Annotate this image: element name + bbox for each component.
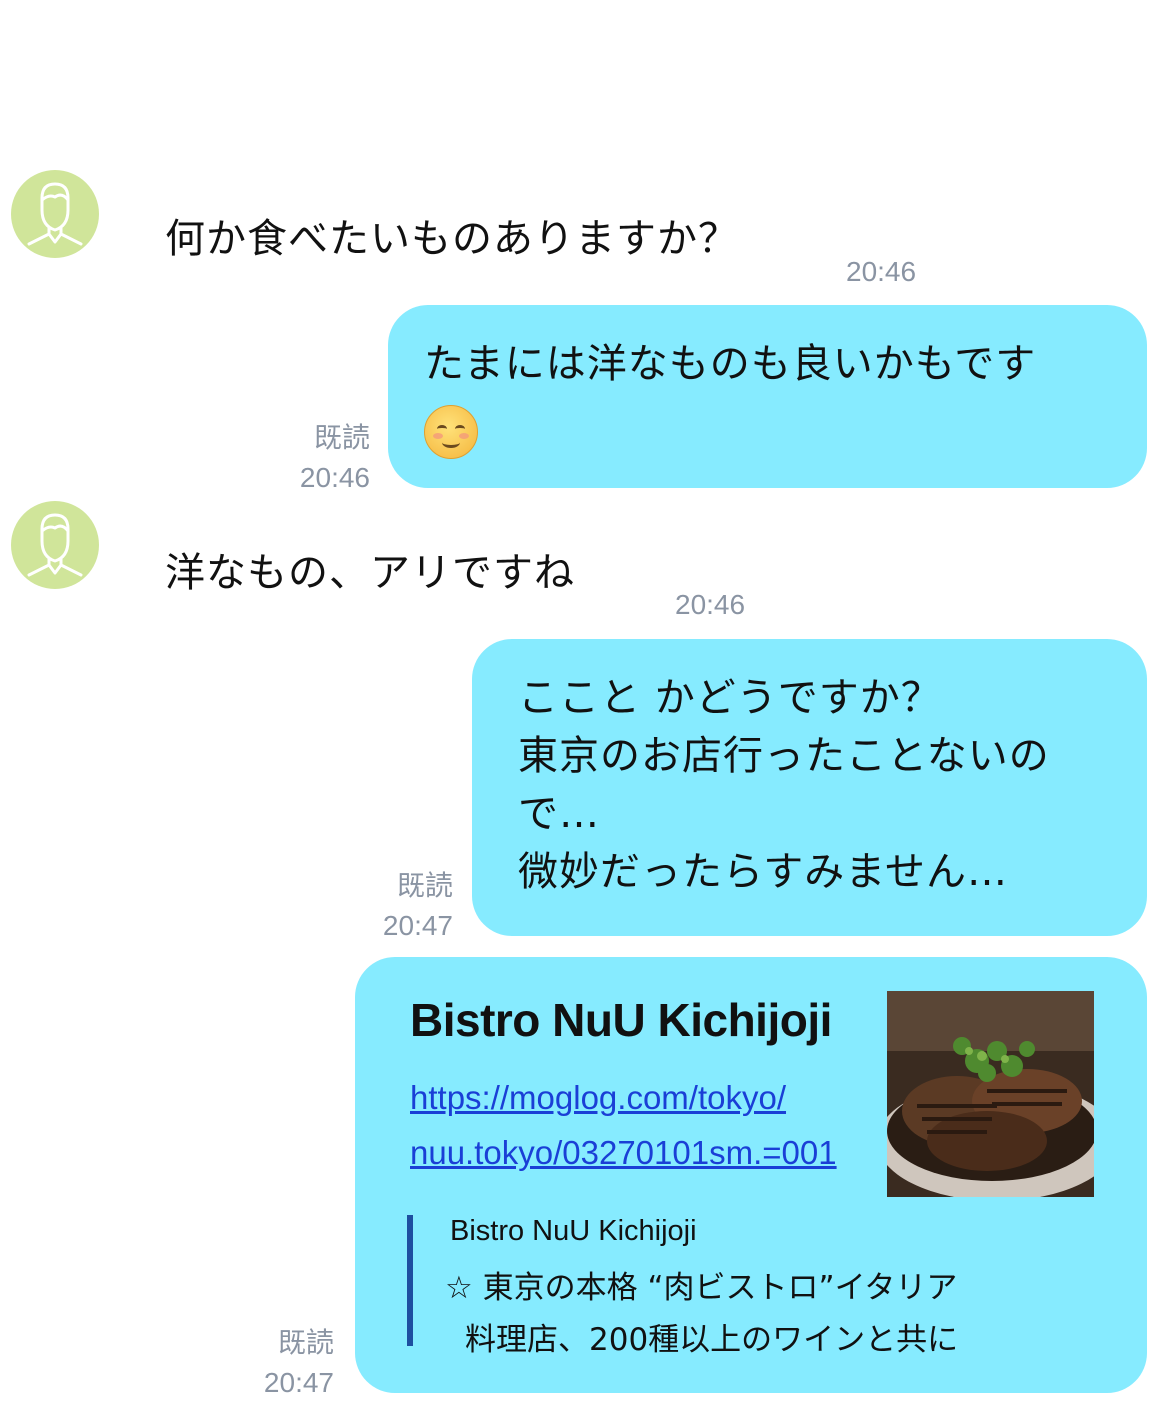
- person-avatar-icon: [27, 182, 83, 246]
- link-thumbnail-image[interactable]: [887, 991, 1094, 1197]
- outgoing-message-bubble[interactable]: ここと かどうですか？ 東京のお店行ったことないの で… 微妙だったらすみません…: [472, 639, 1147, 936]
- link-url[interactable]: nuu.tokyo/03270101sm.=001: [410, 1134, 837, 1172]
- message-line: ここと かどうですか？: [518, 675, 942, 721]
- read-label: 既読: [313, 421, 370, 454]
- link-preview-bubble[interactable]: Bistro NuU Kichijoji https://moglog.com/…: [355, 957, 1147, 1393]
- person-avatar-icon: [27, 513, 83, 577]
- message-timestamp: 20:47: [382, 910, 453, 941]
- message-timestamp: 20:46: [299, 462, 370, 493]
- incoming-message-text: 洋なもの、アリですね: [165, 550, 575, 596]
- grilled-meat-photo-icon: [887, 991, 1094, 1197]
- preview-description-line: ☆ 東京の本格 “肉ビストロ”イタリア: [445, 1270, 958, 1306]
- message-line: 東京のお店行ったことないの: [518, 733, 1050, 779]
- link-title: Bistro NuU Kichijoji: [410, 994, 832, 1046]
- smiling-face-emoji-icon: [424, 405, 478, 459]
- quote-bar: [407, 1215, 413, 1346]
- message-line: 微妙だったらすみません…: [518, 849, 1008, 895]
- link-url[interactable]: https://moglog.com/tokyo/: [410, 1079, 786, 1117]
- incoming-message-text: 何か食べたいものありますか？: [165, 216, 739, 262]
- contact-avatar[interactable]: [11, 501, 99, 589]
- preview-description-line: 料理店、200種以上のワインと共に: [465, 1322, 959, 1358]
- read-label: 既読: [277, 1326, 334, 1359]
- message-read-status: 既読 20:47: [264, 1323, 334, 1403]
- preview-title: Bistro NuU Kichijoji: [450, 1215, 697, 1247]
- preview-description: ☆ 東京の本格 “肉ビストロ”イタリア料理店、200種以上のワインと共に: [445, 1262, 958, 1366]
- outgoing-message-text: たまには洋なものも良いかもです: [424, 341, 1037, 387]
- message-timestamp: 20:46: [675, 589, 746, 620]
- outgoing-message-bubble[interactable]: たまには洋なものも良いかもです: [388, 305, 1147, 488]
- message-timestamp: 20:46: [846, 256, 917, 287]
- message-read-status: 既読 20:47: [383, 866, 453, 946]
- read-label: 既読: [396, 869, 453, 902]
- contact-avatar[interactable]: [11, 170, 99, 258]
- message-read-status: 既読 20:46: [300, 418, 370, 498]
- message-timestamp: 20:47: [263, 1367, 334, 1398]
- message-line: で…: [518, 791, 600, 837]
